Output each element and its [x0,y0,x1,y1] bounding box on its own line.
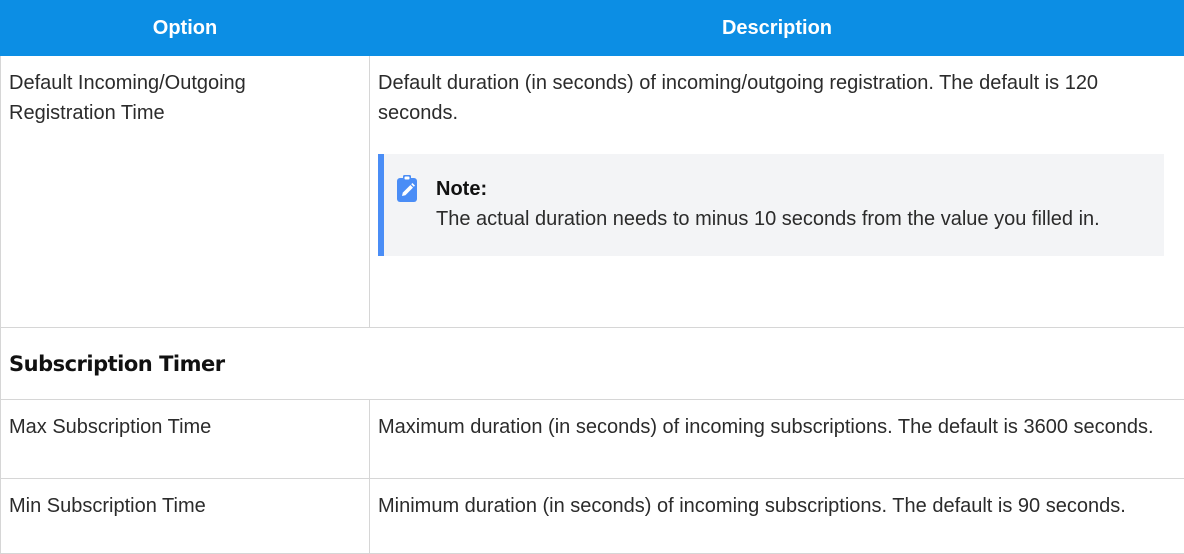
note-body: Note: The actual duration needs to minus… [436,174,1100,234]
note-text: The actual duration needs to minus 10 se… [436,208,1100,230]
section-row: Subscription Timer [0,327,1184,400]
table-row: Max Subscription Time Maximum duration (… [0,399,1184,479]
option-cell: Max Subscription Time [0,399,370,479]
description-cell: Default duration (in seconds) of incomin… [369,55,1184,328]
note-callout: Note: The actual duration needs to minus… [378,154,1164,256]
description-cell: Maximum duration (in seconds) of incomin… [369,399,1184,479]
option-cell: Min Subscription Time [0,478,370,554]
description-cell: Minimum duration (in seconds) of incomin… [369,478,1184,554]
option-cell: Default Incoming/Outgoing Registration T… [0,55,370,328]
edit-pencil-icon [397,175,417,202]
options-table: Option Description Default Incoming/Outg… [0,0,1184,554]
description-text: Default duration (in seconds) of incomin… [378,72,1099,124]
header-option: Option [0,0,370,56]
header-description: Description [369,0,1184,56]
table-row: Default Incoming/Outgoing Registration T… [0,55,1184,328]
section-title: Subscription Timer [0,327,1184,400]
table-row: Min Subscription Time Minimum duration (… [0,478,1184,554]
table-header-row: Option Description [0,0,1184,56]
note-title: Note: [436,178,488,200]
